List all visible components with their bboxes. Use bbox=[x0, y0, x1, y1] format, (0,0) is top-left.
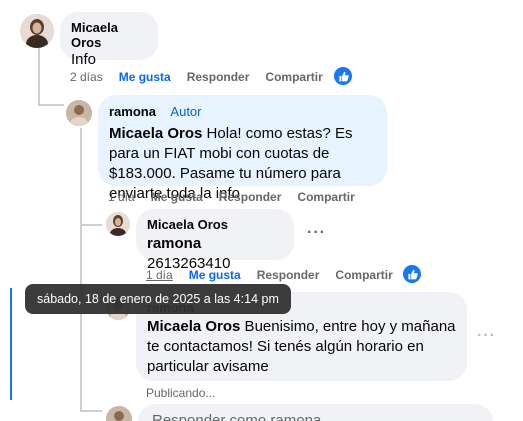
thread-line bbox=[38, 48, 40, 106]
mention-link[interactable]: Micaela Oros bbox=[147, 318, 240, 335]
comment-header: ramona Autor bbox=[109, 103, 376, 121]
comment-author[interactable]: Micaela Oros bbox=[147, 217, 283, 232]
posting-status: Publicando... bbox=[146, 386, 216, 400]
more-options-icon[interactable]: ··· bbox=[477, 327, 496, 345]
reply-button[interactable]: Responder bbox=[257, 268, 320, 282]
reply-button[interactable]: Responder bbox=[219, 190, 282, 204]
avatar[interactable] bbox=[66, 100, 92, 126]
comment-bubble: Micaela Oros Info bbox=[60, 12, 158, 68]
share-button[interactable]: Compartir bbox=[265, 70, 322, 84]
like-reaction-icon[interactable] bbox=[334, 67, 352, 85]
comment-author[interactable]: ramona bbox=[109, 104, 156, 119]
avatar[interactable] bbox=[20, 14, 54, 48]
reply-button[interactable]: Responder bbox=[187, 70, 250, 84]
reply-input[interactable]: Responder como ramona bbox=[138, 404, 493, 421]
author-badge: Autor bbox=[170, 104, 202, 119]
like-button[interactable]: Me gusta bbox=[151, 190, 203, 204]
thread-line-curve bbox=[80, 410, 102, 412]
like-button[interactable]: Me gusta bbox=[119, 70, 171, 84]
comment-timestamp[interactable]: 1 día bbox=[108, 190, 135, 204]
share-button[interactable]: Compartir bbox=[335, 268, 392, 282]
more-options-icon[interactable]: ··· bbox=[307, 224, 326, 242]
comment-timestamp[interactable]: 2 días bbox=[70, 70, 103, 84]
thread-line bbox=[80, 128, 82, 412]
avatar[interactable] bbox=[106, 406, 132, 421]
thread-line-curve bbox=[80, 224, 102, 226]
timestamp-tooltip: sábado, 18 de enero de 2025 a las 4:14 p… bbox=[25, 284, 291, 314]
thread-line-curve bbox=[38, 104, 64, 106]
mention-link[interactable]: ramona bbox=[147, 235, 201, 252]
comment-text: Micaela Oros Buenisimo, entre hoy y maña… bbox=[147, 317, 456, 377]
comment-author[interactable]: Micaela Oros bbox=[71, 20, 147, 50]
like-button[interactable]: Me gusta bbox=[189, 268, 241, 282]
mention-link[interactable]: Micaela Oros bbox=[109, 125, 202, 142]
comment-actions: 1 día Me gusta Responder Compartir bbox=[108, 190, 371, 204]
comment-bubble: ramona Autor Micaela Oros Hola! como est… bbox=[98, 95, 387, 202]
comment-actions: 2 días Me gusta Responder Compartir bbox=[70, 70, 339, 84]
avatar[interactable] bbox=[106, 212, 130, 236]
comment-timestamp[interactable]: 1 día bbox=[146, 268, 173, 282]
share-button[interactable]: Compartir bbox=[297, 190, 354, 204]
comment-text: Info bbox=[71, 51, 97, 68]
comment-actions: 1 día Me gusta Responder Compartir bbox=[146, 268, 409, 282]
comment-bubble: Micaela Oros ramona 2613263410 bbox=[136, 209, 294, 272]
focus-indicator bbox=[10, 288, 12, 400]
like-reaction-icon[interactable] bbox=[403, 265, 421, 283]
